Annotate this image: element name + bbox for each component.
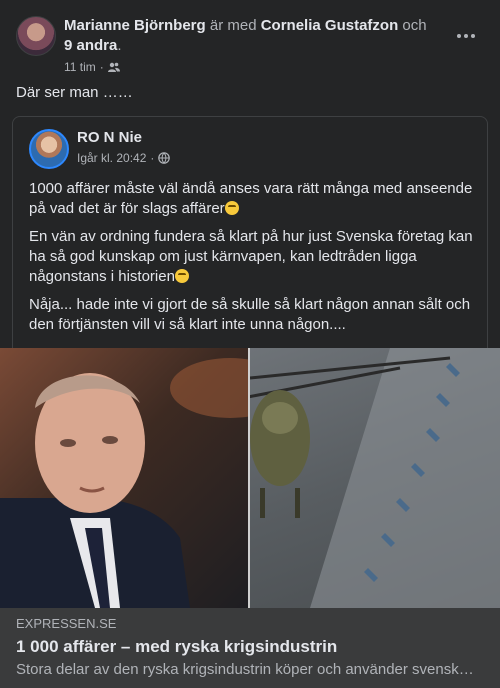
link-description: Stora delar av den ryska krigsindustrin … [16,661,474,678]
aerial-image [189,348,500,608]
dot-icon [457,34,461,38]
shared-post[interactable]: RO N Nie Igår kl. 20:42 · 1000 affärer m… [12,116,488,348]
paragraph-text: 1000 affärer måste väl ändå anses vara r… [29,180,473,217]
others-link[interactable]: 9 andra [64,37,117,54]
post-meta: 11 tim · [64,60,120,74]
thinking-emoji-icon [224,201,239,215]
period: . [117,37,122,54]
link-domain: EXPRESSEN.SE [16,616,117,631]
and-text: och [402,17,427,34]
tagged-name[interactable]: Cornelia Gustafzon [261,17,399,34]
dot-icon [464,34,468,38]
portrait-image [0,348,290,608]
shared-paragraph: En vän av ordning fundera så klart på hu… [29,227,475,287]
meta-dot: · [150,151,155,165]
dot-icon [471,34,475,38]
friends-icon [107,62,120,72]
paragraph-text: En vän av ordning fundera så klart på hu… [29,228,473,285]
post-header-text: Marianne Björnberg är med Cornelia Gusta… [64,16,444,56]
with-text: är med [209,17,257,34]
shared-body: 1000 affärer måste väl ändå anses vara r… [29,179,475,343]
shared-meta: Igår kl. 20:42 · [77,151,171,165]
post-caption: Där ser man …… [16,84,133,101]
link-preview-footer[interactable]: EXPRESSEN.SE 1 000 affärer – med ryska k… [0,608,500,688]
link-preview-image[interactable] [0,348,500,608]
meta-dot: · [99,60,104,74]
globe-icon [158,152,171,164]
shared-author-avatar[interactable] [29,129,69,169]
thinking-emoji-icon [174,269,189,283]
more-options-button[interactable] [454,24,478,48]
post-header: Marianne Björnberg är med Cornelia Gusta… [16,16,484,76]
shared-paragraph: Nåja... hade inte vi gjort de så skulle … [29,295,475,335]
portrait-illustration [0,358,290,608]
author-avatar[interactable] [16,16,56,56]
link-title[interactable]: 1 000 affärer – med ryska krigsindustrin [16,637,484,657]
shared-author-name[interactable]: RO N Nie [77,129,142,146]
paragraph-text: Nåja... hade inte vi gjort de så skulle … [29,296,471,333]
shared-time[interactable]: Igår kl. 20:42 [77,151,146,165]
shared-paragraph: 1000 affärer måste väl ändå anses vara r… [29,179,475,219]
aerial-illustration [189,348,500,608]
post-time[interactable]: 11 tim [64,60,96,74]
author-name[interactable]: Marianne Björnberg [64,17,206,34]
